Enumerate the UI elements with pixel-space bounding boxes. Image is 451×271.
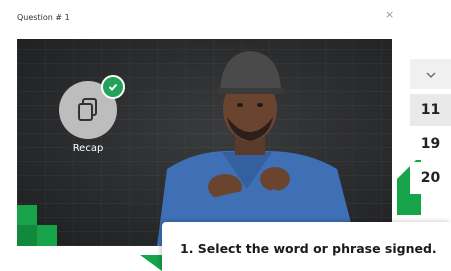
check-icon xyxy=(101,75,125,99)
answer-option[interactable]: 20 xyxy=(410,162,451,194)
answer-option[interactable]: 11 xyxy=(410,94,451,126)
instruction-card: 1. Select the word or phrase signed. xyxy=(162,222,451,271)
copy-icon xyxy=(76,97,100,123)
instruction-text: 1. Select the word or phrase signed. xyxy=(180,241,437,256)
decor-square xyxy=(17,205,37,225)
answer-option[interactable]: 19 xyxy=(410,128,451,160)
close-icon[interactable]: × xyxy=(385,9,394,20)
answer-dropdown[interactable] xyxy=(410,59,451,89)
recap-label: Recap xyxy=(72,143,104,154)
decor-square xyxy=(37,225,57,246)
decor-shape xyxy=(140,255,162,271)
decor-square xyxy=(17,225,37,246)
video-player[interactable]: Recap xyxy=(17,39,392,246)
dialog-title: Question # 1 xyxy=(17,13,70,22)
chevron-down-icon xyxy=(426,68,436,81)
